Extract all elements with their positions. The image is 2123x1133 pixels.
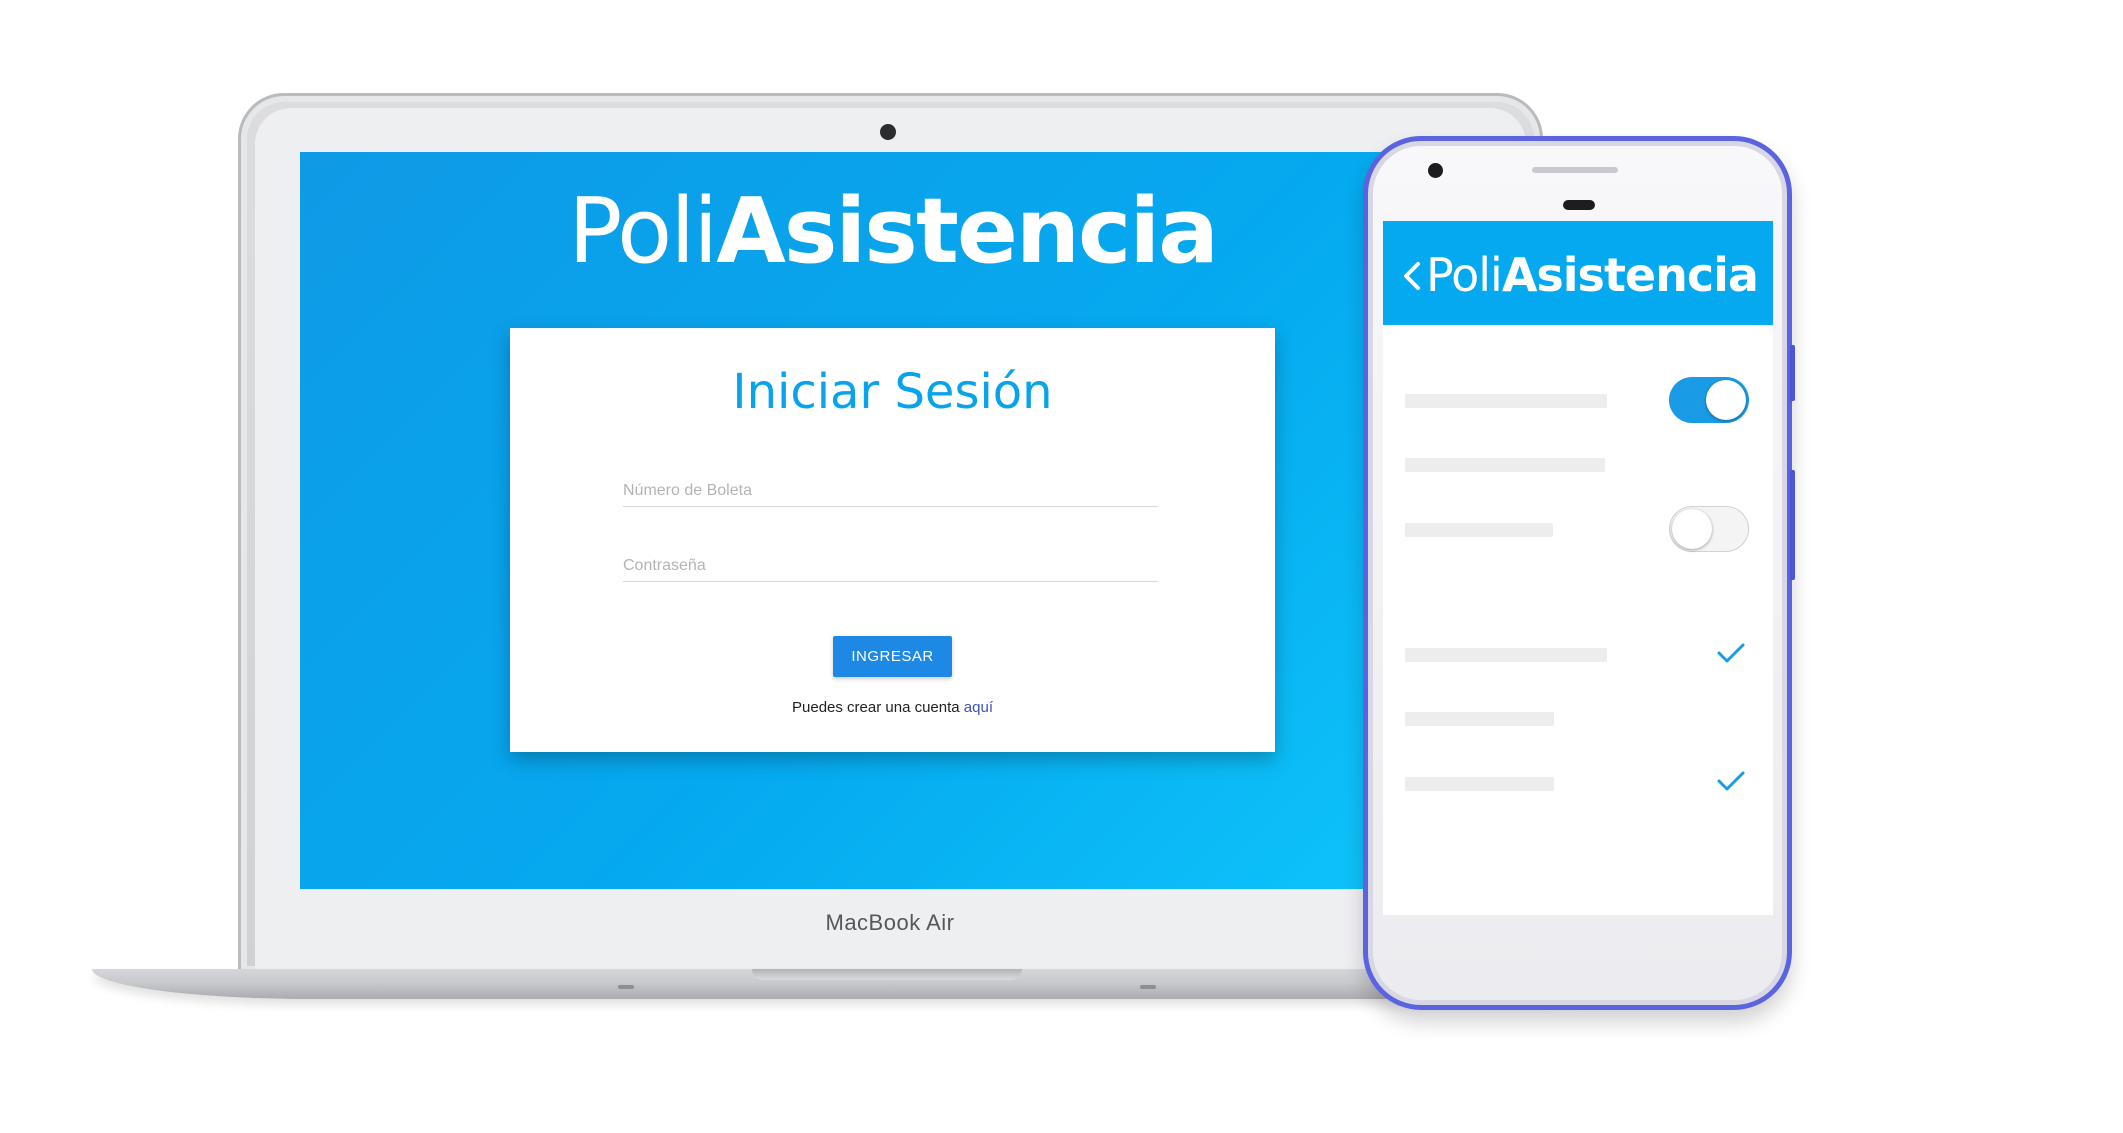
toggle-switch-on[interactable]: [1669, 377, 1749, 423]
laptop-camera: [880, 124, 896, 140]
phone-screen: PoliAsistencia: [1383, 221, 1773, 915]
login-card: Iniciar Sesión INGRESAR Puedes crear una…: [510, 328, 1275, 752]
app-title: PoliAsistencia: [1426, 245, 1759, 305]
signup-text: Puedes crear una cuenta: [792, 699, 960, 716]
app-title-light: Poli: [1426, 248, 1503, 302]
app-header: PoliAsistencia: [1383, 221, 1773, 325]
skeleton-line: [1405, 712, 1554, 726]
device-mockup-stage: PoliAsistencia Iniciar Sesión INGRESAR P…: [0, 0, 2123, 1133]
toggle-knob: [1672, 508, 1712, 549]
skeleton-line: [1405, 458, 1605, 472]
skeleton-line: [1405, 777, 1554, 791]
phone-speaker: [1532, 167, 1618, 173]
web-logo-bold: Asistencia: [716, 179, 1219, 284]
laptop-notch: [752, 969, 1022, 980]
skeleton-line: [1405, 523, 1553, 537]
boleta-input[interactable]: [623, 476, 1158, 507]
chevron-left-icon[interactable]: [1401, 259, 1423, 293]
web-app-logo: PoliAsistencia: [300, 172, 1485, 292]
phone-power-button: [1790, 345, 1795, 401]
laptop-screen: PoliAsistencia Iniciar Sesión INGRESAR P…: [300, 152, 1485, 889]
toggle-switch-off[interactable]: [1669, 506, 1749, 552]
laptop-brand-label: MacBook Air: [825, 910, 955, 935]
app-title-bold: Asistencia: [1501, 248, 1759, 302]
laptop-hinge-mark: [1140, 985, 1156, 989]
laptop-hinge-mark: [618, 985, 634, 989]
phone-volume-button: [1790, 470, 1795, 580]
signup-link[interactable]: aquí: [964, 699, 993, 716]
skeleton-line: [1405, 394, 1607, 408]
phone-sensor: [1563, 200, 1595, 210]
skeleton-line: [1405, 648, 1607, 662]
login-title: Iniciar Sesión: [732, 364, 1053, 420]
toggle-knob: [1706, 380, 1746, 420]
phone-camera: [1428, 163, 1443, 178]
password-input[interactable]: [623, 551, 1158, 582]
check-icon: [1717, 771, 1745, 791]
ingresar-button[interactable]: INGRESAR: [833, 636, 952, 677]
web-logo-light: Poli: [568, 179, 718, 284]
signup-line: Puedes crear una cuenta aquí: [510, 699, 1275, 716]
check-icon: [1717, 643, 1745, 663]
